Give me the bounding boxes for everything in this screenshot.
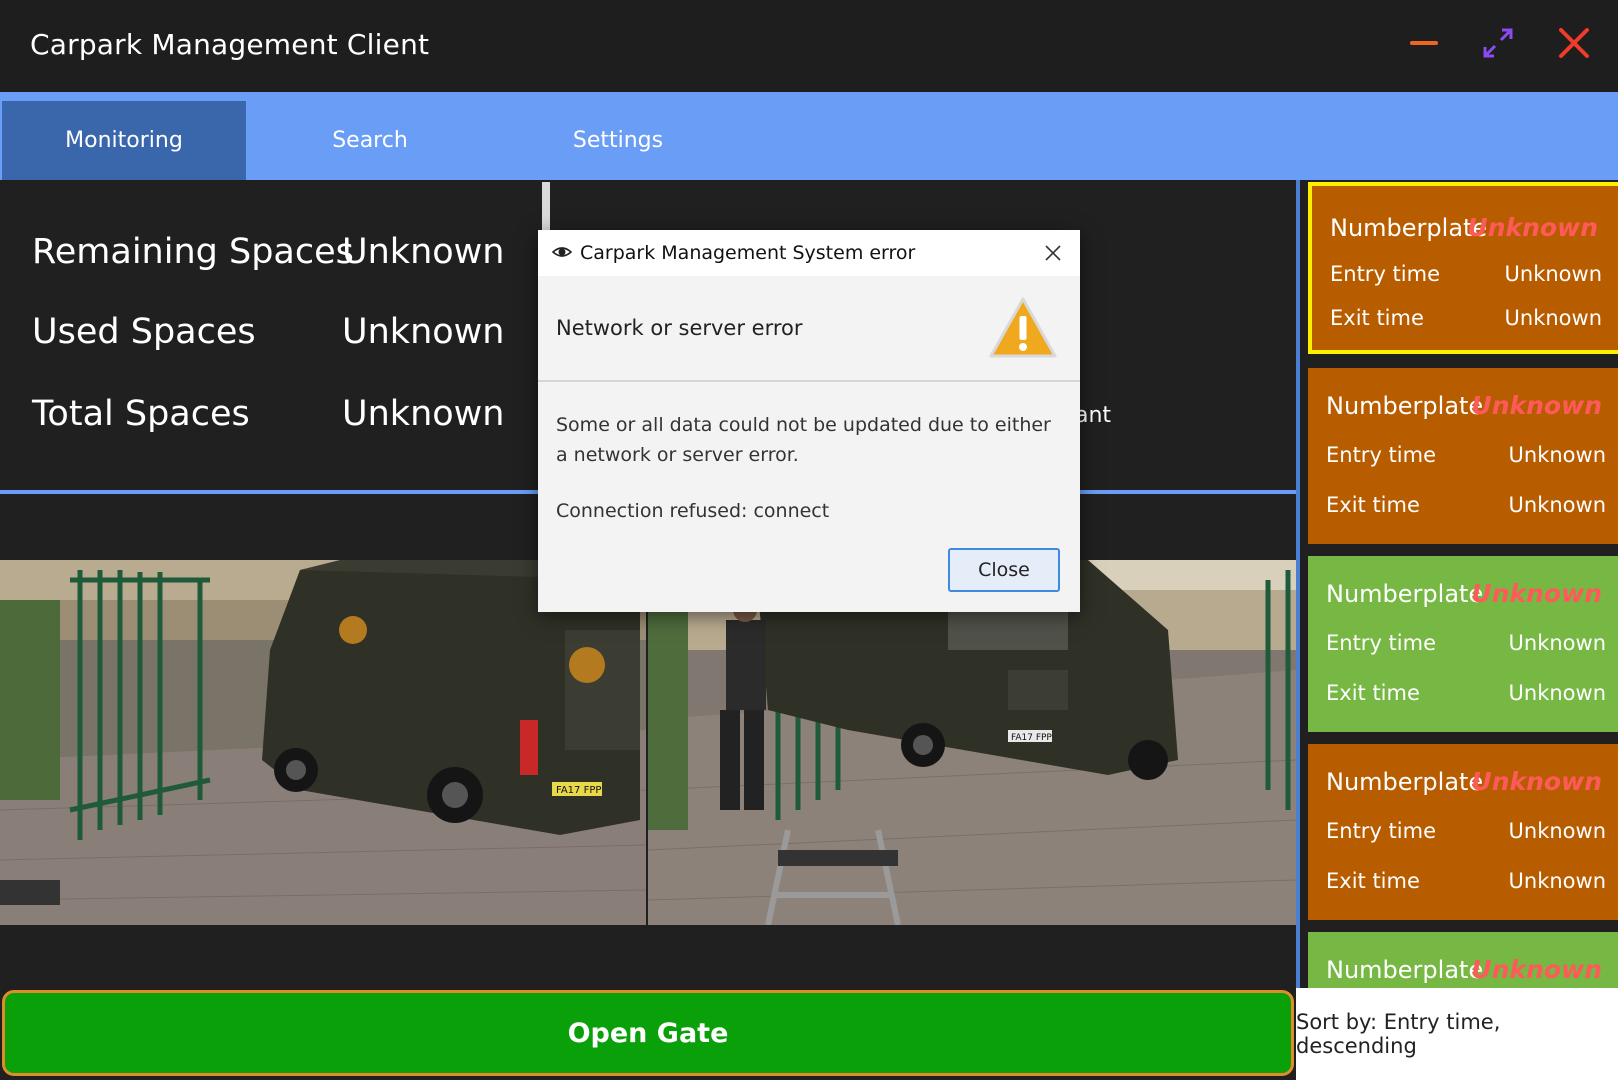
exit-time-label: Exit time	[1330, 306, 1424, 330]
record-card[interactable]: Numberplate Unknown Entry time Unknown E…	[1308, 556, 1618, 732]
exit-time-label: Exit time	[1326, 493, 1420, 517]
entry-time-value: Unknown	[1508, 819, 1606, 843]
close-icon	[1045, 245, 1061, 261]
exit-time-label: Exit time	[1326, 869, 1420, 893]
tab-settings[interactable]: Settings	[496, 101, 740, 180]
numberplate-value: Unknown	[1471, 579, 1602, 608]
exit-time-label: Exit time	[1326, 681, 1420, 705]
exit-time-value: Unknown	[1508, 493, 1606, 517]
eye-icon	[552, 247, 572, 257]
records-sidebar[interactable]: Numberplate Unknown Entry time Unknown E…	[1296, 180, 1618, 988]
record-card[interactable]: Numberplate Unknown Entry time Unknown E…	[1308, 744, 1618, 920]
dialog-message: Some or all data could not be updated du…	[556, 414, 1051, 466]
dialog-header: Network or server error	[556, 316, 803, 340]
camera-view-1: FA17 FPP	[0, 560, 646, 925]
remaining-spaces-label: Remaining Spaces	[32, 232, 354, 272]
warning-icon	[989, 297, 1057, 358]
entry-time-label: Entry time	[1326, 443, 1436, 467]
numberplate-value: Unknown	[1471, 391, 1602, 420]
open-gate-button[interactable]: Open Gate	[2, 990, 1294, 1076]
error-dialog: Carpark Management System error Network …	[538, 230, 1080, 612]
tab-monitoring[interactable]: Monitoring	[2, 101, 246, 180]
dialog-close-button[interactable]: Close	[948, 548, 1060, 592]
entry-time-value: Unknown	[1508, 443, 1606, 467]
tab-search[interactable]: Search	[248, 101, 492, 180]
camera-image-2: FA17 FPP	[648, 560, 1296, 925]
record-card[interactable]: Numberplate Unknown Entry time Unknown E…	[1308, 368, 1618, 544]
exit-time-value: Unknown	[1508, 869, 1606, 893]
dialog-title-bar: Carpark Management System error	[538, 230, 1080, 276]
title-bar: Carpark Management Client	[0, 0, 1618, 92]
dialog-title: Carpark Management System error	[580, 242, 916, 264]
exit-time-value: Unknown	[1508, 681, 1606, 705]
entry-time-label: Entry time	[1330, 262, 1440, 286]
numberplate-value: Unknown	[1471, 955, 1602, 984]
numberplate-label: Numberplate	[1326, 580, 1484, 608]
numberplate-value: Unknown	[1471, 767, 1602, 796]
tab-bar: Monitoring Search Settings	[0, 92, 1618, 180]
entry-time-label: Entry time	[1326, 631, 1436, 655]
numberplate-label: Numberplate	[1326, 392, 1484, 420]
entry-time-value: Unknown	[1508, 631, 1606, 655]
sort-selector[interactable]: Sort by: Entry time, descending	[1296, 988, 1618, 1080]
camera-view-2: FA17 FPP	[648, 560, 1296, 925]
used-spaces-value: Unknown	[342, 312, 505, 352]
occluded-text: ant	[1075, 403, 1112, 428]
numberplate-value: Unknown	[1467, 213, 1598, 242]
entry-time-label: Entry time	[1326, 819, 1436, 843]
numberplate-2: FA17 FPP	[1011, 733, 1052, 743]
remaining-spaces-value: Unknown	[342, 232, 505, 272]
minimize-icon	[1410, 41, 1438, 45]
app-title: Carpark Management Client	[30, 28, 430, 61]
used-spaces-label: Used Spaces	[32, 312, 256, 352]
maximize-icon	[1483, 28, 1513, 58]
maximize-button[interactable]	[1470, 18, 1526, 68]
dialog-detail: Connection refused: connect	[556, 500, 830, 522]
numberplate-label: Numberplate	[1330, 214, 1488, 242]
dialog-separator	[538, 380, 1080, 382]
entry-time-value: Unknown	[1504, 262, 1602, 286]
numberplate-label: Numberplate	[1326, 768, 1484, 796]
dialog-close-x-button[interactable]	[1038, 238, 1068, 268]
minimize-button[interactable]	[1396, 18, 1452, 68]
close-icon	[1559, 28, 1589, 58]
numberplate-1: FA17 FPP	[556, 785, 601, 796]
exit-time-value: Unknown	[1504, 306, 1602, 330]
scroll-thumb[interactable]	[542, 182, 550, 234]
total-spaces-value: Unknown	[342, 394, 505, 434]
close-window-button[interactable]	[1546, 18, 1602, 68]
total-spaces-label: Total Spaces	[32, 394, 250, 434]
camera-image-1: FA17 FPP	[0, 560, 646, 925]
record-card[interactable]: Numberplate Unknown	[1308, 932, 1618, 988]
record-card[interactable]: Numberplate Unknown Entry time Unknown E…	[1308, 182, 1618, 354]
numberplate-label: Numberplate	[1326, 956, 1484, 984]
